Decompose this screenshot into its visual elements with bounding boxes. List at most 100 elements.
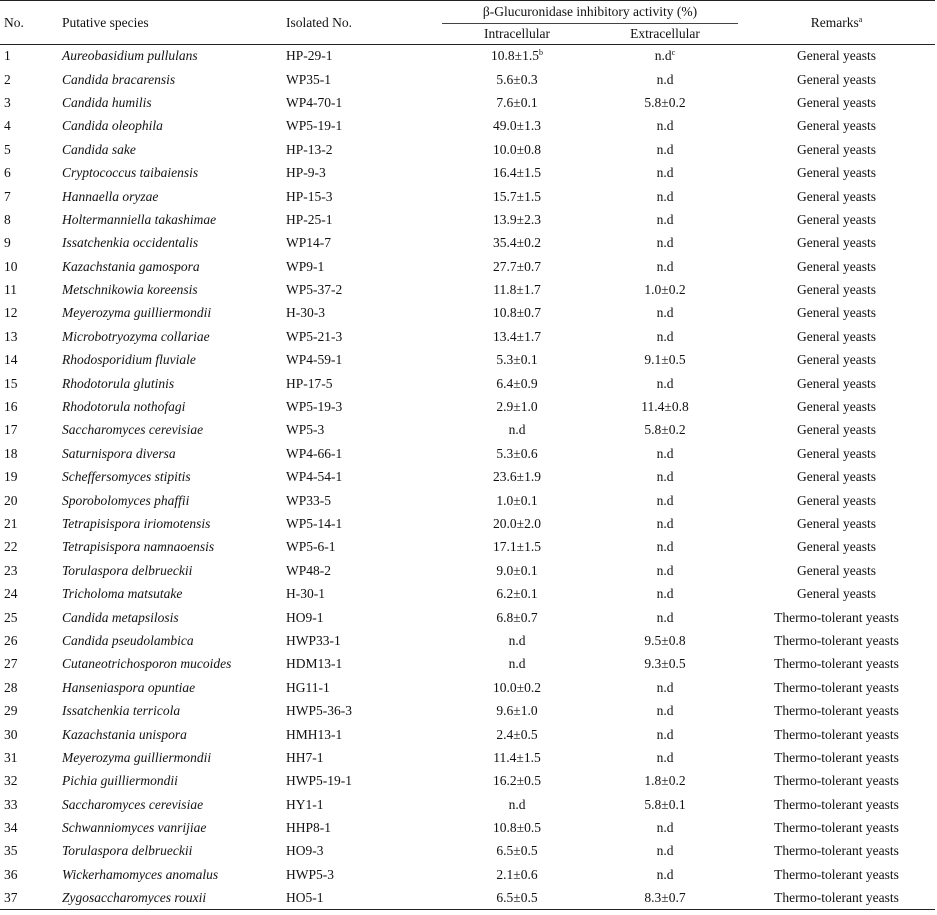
- row-number: 1: [4, 48, 11, 64]
- intracellular-value: 49.0±1.3: [493, 118, 541, 134]
- header-activity: β-Glucuronidase inhibitory activity (%): [482, 4, 698, 19]
- row-number: 5: [4, 141, 11, 157]
- isolate-number: HWP5-36-3: [286, 703, 352, 719]
- extracellular-value: 9.5±0.8: [644, 632, 686, 648]
- table-row: 28 Hanseniaspora opuntiae HG11-1 10.0±0.2 n.…: [0, 676, 935, 699]
- extracellular-value: 9.1±0.5: [644, 352, 686, 368]
- header-extracellular: Extracellular: [592, 23, 738, 45]
- remarks-value: General yeasts: [796, 258, 877, 274]
- intracellular-value-footnote: b: [538, 48, 543, 58]
- intracellular-value: 17.1±1.5: [493, 539, 541, 555]
- remarks-value: Thermo-tolerant yeasts: [774, 656, 899, 672]
- intracellular-value: 35.4±0.2: [493, 235, 541, 251]
- species-name: Rhodotorula glutinis: [62, 375, 175, 391]
- species-name: Torulaspora delbrueckii: [62, 843, 193, 859]
- extracellular-value: n.d: [656, 258, 674, 274]
- remarks-value: Thermo-tolerant yeasts: [774, 890, 899, 905]
- extracellular-value: n.d: [656, 586, 674, 602]
- table-row: 9 Issatchenkia occidentalis WP14-7 35.4±0.2…: [0, 232, 935, 255]
- species-name: Kazachstania gamospora: [62, 258, 200, 274]
- table-row: 1 Aureobasidium pullulans HP-29-1 10.8±1.5b…: [0, 45, 935, 68]
- extracellular-value: 8.3±0.7: [644, 890, 686, 905]
- table-row: 3 Candida humilis WP4-70-1 7.6±0.1 5.8±0.2 Ge…: [0, 91, 935, 114]
- extracellular-value: n.d: [656, 235, 674, 251]
- isolate-number: WP5-21-3: [286, 328, 343, 344]
- intracellular-value: 6.4±0.9: [496, 375, 538, 391]
- isolate-number: WP4-66-1: [286, 445, 343, 461]
- remarks-value: Thermo-tolerant yeasts: [774, 679, 899, 695]
- extracellular-value-value: n.d: [654, 48, 672, 64]
- isolate-number: WP5-6-1: [286, 539, 336, 555]
- remarks-value: Thermo-tolerant yeasts: [774, 866, 899, 882]
- intracellular-value: 10.0±0.8: [493, 141, 541, 157]
- table-row: 2 Candida bracarensis WP35-1 5.6±0.3 n.d Gene…: [0, 68, 935, 91]
- intracellular-value: 16.4±1.5: [493, 165, 541, 181]
- species-name: Kazachstania unispora: [62, 726, 187, 742]
- table-row: 35 Torulaspora delbrueckii HO9-3 6.5±0.5 n.d…: [0, 840, 935, 863]
- table-row: 12 Meyerozyma guilliermondii H-30-3 10.8±0.…: [0, 302, 935, 325]
- intracellular-value: 13.9±2.3: [493, 211, 541, 227]
- intracellular-value: 23.6±1.9: [493, 469, 541, 485]
- row-number: 17: [4, 422, 18, 438]
- row-number: 12: [4, 305, 18, 321]
- remarks-value: General yeasts: [796, 94, 877, 110]
- remarks-value: General yeasts: [796, 282, 877, 298]
- header-remarks-label: Remarks: [810, 14, 859, 30]
- species-name: Cryptococcus taibaiensis: [62, 165, 199, 181]
- intracellular-value: n.d: [508, 422, 526, 438]
- intracellular-value: 7.6±0.1: [496, 94, 538, 110]
- intracellular-value: 10.8±0.5: [493, 820, 541, 836]
- row-number: 29: [4, 703, 18, 719]
- row-number: 21: [4, 516, 18, 531]
- remarks-value: Thermo-tolerant yeasts: [774, 749, 899, 765]
- species-name: Hanseniaspora opuntiae: [62, 679, 196, 695]
- species-name: Schwanniomyces vanrijiae: [62, 820, 207, 836]
- species-name: Tricholoma matsutake: [62, 586, 183, 602]
- header-species: Putative species: [62, 14, 149, 30]
- intracellular-value: 6.2±0.1: [496, 586, 538, 602]
- intracellular-value: 6.8±0.7: [496, 609, 538, 625]
- extracellular-value: n.d: [656, 703, 674, 719]
- species-name: Saturnispora diversa: [62, 445, 176, 461]
- intracellular-value: 10.8±0.7: [493, 305, 541, 321]
- extracellular-value: n.d: [656, 188, 674, 204]
- isolate-number: WP48-2: [286, 562, 331, 578]
- row-number: 33: [4, 796, 18, 812]
- intracellular-value: 5.6±0.3: [496, 71, 538, 87]
- row-number: 34: [4, 820, 18, 836]
- extracellular-value: n.d: [656, 118, 674, 134]
- isolate-number: HO9-3: [286, 843, 324, 859]
- row-number: 18: [4, 445, 18, 461]
- extracellular-value: n.d: [656, 679, 674, 695]
- species-name: Aureobasidium pullulans: [62, 48, 198, 64]
- table-row: 11 Metschnikowia koreensis WP5-37-2 11.8±1.…: [0, 278, 935, 301]
- extracellular-value: n.d: [656, 165, 674, 181]
- extracellular-value: 9.3±0.5: [644, 656, 686, 672]
- row-number: 4: [4, 118, 11, 134]
- species-name: Cutaneotrichosporon mucoides: [62, 656, 232, 672]
- table-row: 7 Hannaella oryzae HP-15-3 15.7±1.5 n.d Gener…: [0, 185, 935, 208]
- header-intracellular: Intracellular: [442, 23, 592, 45]
- table-row: 8 Holtermanniella takashimae HP-25-1 13.9±2…: [0, 208, 935, 231]
- row-number: 35: [4, 843, 18, 859]
- species-name: Pichia guilliermondii: [62, 773, 178, 789]
- intracellular-value: 6.5±0.5: [496, 843, 538, 859]
- extracellular-value: n.d: [656, 539, 674, 555]
- remarks-value: General yeasts: [796, 539, 877, 555]
- remarks-value: General yeasts: [796, 445, 877, 461]
- row-number: 3: [4, 94, 11, 110]
- row-number: 8: [4, 211, 11, 227]
- isolate-number: WP5-3: [286, 422, 325, 438]
- extracellular-value: 1.8±0.2: [644, 773, 686, 789]
- species-name: Hannaella oryzae: [62, 188, 159, 204]
- header-remarks-footnote: a: [858, 14, 863, 24]
- species-name: Rhodotorula nothofagi: [62, 399, 186, 415]
- row-number: 20: [4, 492, 18, 508]
- isolate-number: WP14-7: [286, 235, 331, 251]
- extracellular-value: 11.4±0.8: [641, 399, 689, 415]
- species-name: Tetrapisispora namnaoensis: [62, 539, 215, 555]
- extracellular-value: 5.8±0.1: [644, 796, 686, 812]
- extracellular-value: n.d: [656, 211, 674, 227]
- isolate-number: HY1-1: [286, 796, 324, 812]
- remarks-value: General yeasts: [796, 188, 877, 204]
